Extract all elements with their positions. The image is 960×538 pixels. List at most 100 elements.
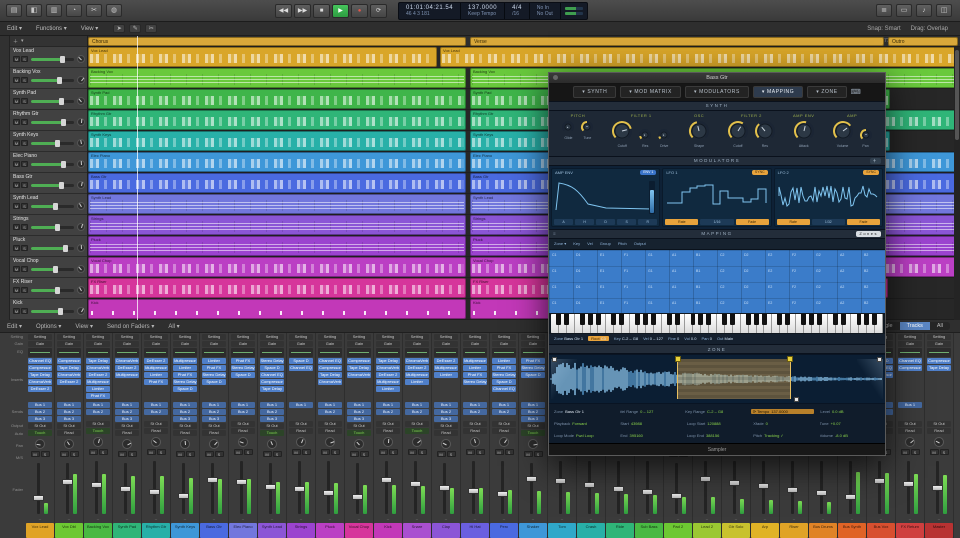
mute-button[interactable]: M — [13, 245, 20, 251]
fader-cap[interactable] — [178, 493, 189, 499]
pan-knob[interactable] — [77, 265, 85, 273]
send-slot[interactable]: Bus 3 — [347, 416, 371, 422]
output-slot[interactable]: St Out — [202, 423, 226, 429]
send-slot[interactable]: Bus 1 — [289, 402, 313, 408]
zone-cell[interactable]: A2 — [840, 301, 844, 305]
drag-menu[interactable]: Drag: Overlap — [911, 26, 948, 32]
send-slot[interactable]: Bus 1 — [57, 402, 81, 408]
insert-slot[interactable]: Tape Delay — [57, 365, 81, 371]
zone-param-field[interactable]: Level0.0 dB — [820, 409, 880, 414]
insert-slot[interactable]: DeEsser 2 — [28, 386, 52, 392]
zone-param-field[interactable]: Vel Range0 – 127 — [620, 409, 680, 414]
mute-button[interactable]: M — [524, 451, 533, 457]
fader-cap[interactable] — [381, 477, 392, 483]
pan-knob[interactable] — [77, 97, 85, 105]
channel-strip[interactable]: SettingGainLimiterPhat FXStereo DelaySpa… — [490, 333, 519, 538]
solo-button[interactable]: S — [99, 449, 108, 455]
fader[interactable] — [463, 459, 487, 516]
fader[interactable] — [434, 461, 458, 516]
insert-slot[interactable]: Tape Delay — [347, 365, 371, 371]
fader-cap[interactable] — [439, 485, 450, 491]
zone-cell[interactable]: A2 — [840, 285, 844, 289]
channel-name-label[interactable]: Clap — [432, 523, 460, 538]
send-slot[interactable]: Bus 3 — [28, 416, 52, 422]
send-slot[interactable]: Bus 2 — [521, 409, 545, 415]
fader[interactable] — [289, 459, 313, 516]
mute-button[interactable]: M — [495, 449, 504, 455]
fader[interactable] — [405, 459, 429, 516]
automation-slot[interactable]: Touch — [347, 430, 371, 436]
volume-handle[interactable] — [61, 161, 66, 168]
param-value[interactable]: 137.0000 — [771, 409, 788, 414]
solo-button[interactable]: S — [940, 449, 949, 455]
loop-start-marker[interactable] — [675, 356, 681, 362]
mute-button[interactable]: M — [234, 449, 243, 455]
fader-cap[interactable] — [729, 480, 740, 486]
insert-slot[interactable]: Phat FX — [231, 358, 255, 364]
track-header[interactable]: Synth KeysMS — [10, 131, 87, 152]
param-value[interactable]: 120888 — [707, 421, 720, 426]
black-key[interactable] — [564, 314, 569, 325]
param-value[interactable]: 395160 — [630, 433, 643, 438]
mixer-icon[interactable]: ▥ — [46, 4, 62, 17]
channel-strip[interactable]: SettingGainChromaVerbDeEsser 2Multipress… — [403, 333, 432, 538]
channel-name-label[interactable]: Shaker — [519, 523, 547, 538]
insert-slot[interactable]: Phat FX — [521, 358, 545, 364]
track-header[interactable]: Elec PianoMS — [10, 152, 87, 173]
fader[interactable] — [260, 461, 284, 516]
insert-slot[interactable]: ChromaVerb — [376, 365, 400, 371]
eq-thumbnail[interactable] — [289, 348, 313, 357]
fader[interactable] — [28, 461, 52, 516]
zone-param-field[interactable]: ZoneBass Gtr 1 — [554, 409, 614, 414]
eq-thumbnail[interactable] — [173, 348, 197, 357]
pan-knob[interactable] — [383, 437, 393, 447]
zone-cell[interactable]: G1 — [648, 253, 653, 257]
browsers-icon[interactable]: ◫ — [936, 4, 952, 17]
fader[interactable] — [318, 459, 342, 516]
lcd-display[interactable]: 01:01:04:21.54 46 4 3 181 137.0000 Keep … — [398, 2, 588, 20]
mixer-tab-tracks[interactable]: Tracks — [900, 322, 930, 330]
eq-thumbnail[interactable] — [144, 348, 168, 357]
send-slot[interactable]: Bus 2 — [231, 409, 255, 415]
channel-name-label[interactable]: Arp — [751, 523, 779, 538]
knob-cutoff[interactable]: Cutoff — [726, 119, 750, 148]
gain-slot[interactable]: Gain — [202, 341, 226, 347]
send-slot[interactable]: Bus 2 — [115, 409, 139, 415]
knob-res[interactable]: Res — [637, 127, 653, 148]
zone-cell[interactable]: A1 — [672, 253, 676, 257]
pan-knob[interactable] — [77, 139, 85, 147]
automation-slot[interactable]: Touch — [260, 430, 284, 436]
cycle-button[interactable]: ⟳ — [370, 4, 387, 18]
zone-cell[interactable]: A1 — [672, 269, 676, 273]
zone-info-field[interactable]: Vol 0.0 — [684, 336, 696, 341]
send-slot[interactable]: Bus 1 — [144, 402, 168, 408]
mute-button[interactable]: M — [321, 449, 330, 455]
black-key[interactable] — [619, 314, 624, 325]
param-value[interactable]: 0.0 dB — [832, 409, 844, 414]
zone-waveform-editor[interactable] — [549, 354, 885, 403]
zone-cell[interactable]: C2 — [720, 301, 724, 305]
send-slot[interactable]: Bus 2 — [347, 409, 371, 415]
black-key[interactable] — [809, 314, 814, 325]
gain-slot[interactable]: Gain — [898, 341, 922, 347]
channel-strip[interactable]: SettingGainSpace DChannel EQBus 1St OutR… — [287, 333, 316, 538]
zone-cell[interactable]: C2 — [720, 269, 724, 273]
region[interactable]: Synth Pad — [88, 89, 466, 109]
black-key[interactable] — [691, 314, 696, 325]
insert-slot[interactable]: Stereo Delay — [173, 379, 197, 385]
insert-slot[interactable]: Space D — [492, 379, 516, 385]
insert-slot[interactable]: Limiter — [434, 372, 458, 378]
zone-cell[interactable]: D1 — [576, 301, 580, 305]
fader[interactable] — [898, 459, 922, 516]
black-key[interactable] — [643, 314, 648, 325]
solo-button[interactable]: S — [21, 266, 28, 272]
pan-knob[interactable] — [151, 437, 161, 447]
pan-knob[interactable] — [77, 202, 85, 210]
list-editors-icon[interactable]: ≣ — [876, 4, 892, 17]
volume-handle[interactable] — [63, 245, 68, 252]
sample-end-handle[interactable] — [877, 357, 882, 362]
zone-cell[interactable]: D2 — [744, 253, 748, 257]
mod-panel-lfo-2[interactable]: LFO 2SYNCRate1/32Fade — [774, 168, 883, 227]
arrange-scrollbar[interactable] — [954, 47, 960, 320]
track-header[interactable]: PluckMS — [10, 236, 87, 257]
